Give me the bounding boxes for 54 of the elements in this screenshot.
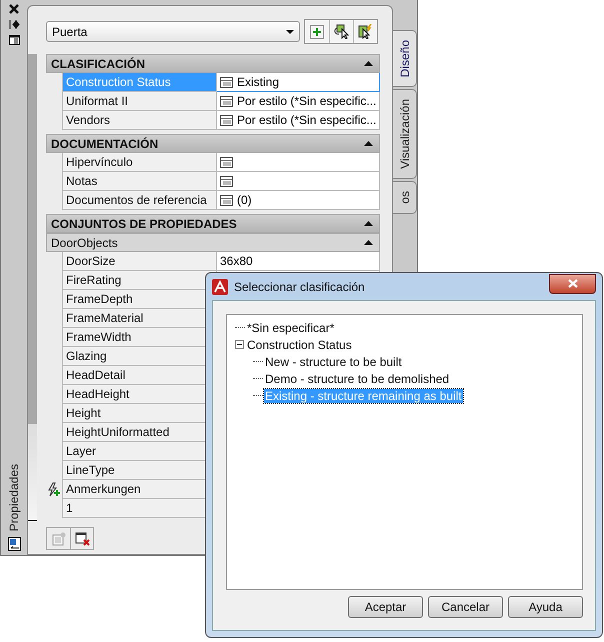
palette-title: Propiedades [7,464,21,531]
collapse-icon[interactable] [364,141,373,146]
remove-property-set-icon[interactable] [70,528,93,549]
property-value[interactable]: Existing [217,73,380,92]
tree-item[interactable]: New - structure to be built [264,354,403,368]
minus-icon [236,341,243,348]
collapse-icon[interactable] [364,61,373,66]
property-value[interactable]: 36x80 [217,252,380,271]
property-label[interactable]: Documentos de referencia [62,191,217,210]
property-value[interactable]: Por estilo (*Sin especific... [217,111,380,130]
close-icon[interactable] [9,4,19,14]
auto-hide-icon[interactable] [8,20,20,29]
section-header[interactable]: CONJUNTOS DE PROPIEDADES [46,214,380,233]
collapse-icon[interactable] [364,221,373,226]
property-label[interactable]: Uniformat II [62,92,217,111]
properties-icon[interactable] [8,35,20,45]
tree-item[interactable]: *Sin especificar* [246,320,336,334]
dialog-button[interactable]: Aceptar [348,596,423,618]
dialog-button[interactable]: Cancelar [428,596,503,618]
dialog-title: Seleccionar clasificación [234,280,366,294]
object-type-dropdown[interactable]: Puerta [46,21,300,42]
list-icon [220,176,233,186]
collapse-icon[interactable] [364,240,373,245]
dialog-button[interactable]: Ayuda [508,596,583,618]
app-logo-icon [212,278,228,294]
list-icon [220,194,233,206]
list-icon [220,96,233,106]
property-value[interactable] [217,172,380,191]
scrollbar[interactable] [28,54,37,521]
property-value[interactable] [217,153,380,172]
property-value[interactable]: Por estilo (*Sin especific... [217,92,380,111]
property-label[interactable]: Hipervínculo [62,153,217,172]
side-tab[interactable]: Diseño [393,30,417,88]
lightning-add-icon [47,482,61,497]
collapse-toggle[interactable] [235,340,244,349]
section-header[interactable]: DOCUMENTACIÓN [46,134,380,153]
property-label[interactable]: DoorSize [62,252,217,271]
property-label[interactable]: FireRating [62,271,217,290]
property-value[interactable]: (0) [217,191,380,210]
side-tab[interactable]: os [393,181,417,214]
dropdown-caret-icon[interactable] [286,30,294,34]
close-button[interactable] [549,274,596,294]
side-tab[interactable]: Visualización [393,89,417,180]
group-header[interactable]: DoorObjects [46,233,380,252]
list-icon [220,156,233,168]
tree-item[interactable]: Construction Status [246,338,353,352]
section-header[interactable]: CLASIFICACIÓN [46,54,380,73]
property-label[interactable]: Notas [62,172,217,191]
list-icon [220,76,233,88]
list-icon [220,114,233,126]
close-icon [568,279,578,288]
tree-item[interactable]: Demo - structure to be demolished [264,372,450,386]
palette-menu-icon[interactable] [8,537,20,551]
property-label[interactable]: Vendors [62,111,217,130]
